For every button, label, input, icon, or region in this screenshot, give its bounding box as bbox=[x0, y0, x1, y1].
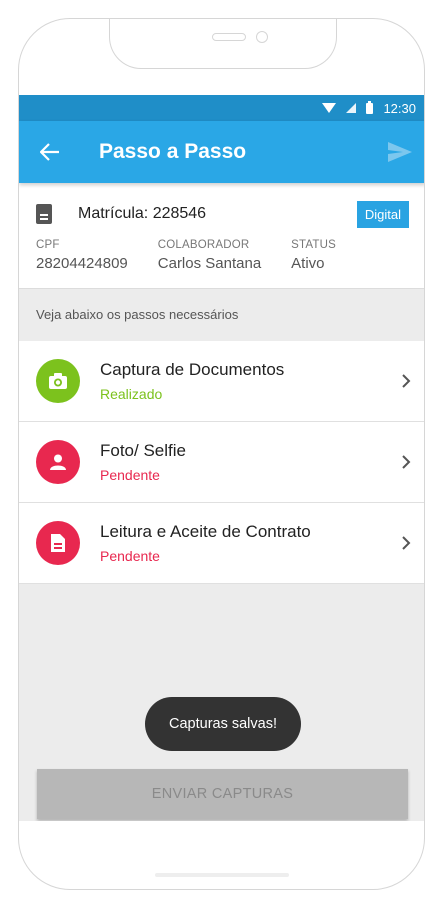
field-label: CPF bbox=[36, 239, 60, 251]
app-bar: Passo a Passo bbox=[19, 121, 424, 183]
toast-message: Capturas salvas! bbox=[145, 697, 301, 751]
matricula-label: Matrícula: 228546 bbox=[78, 205, 207, 222]
person-icon bbox=[36, 440, 80, 484]
signal-icon bbox=[346, 103, 357, 113]
step-status: Pendente bbox=[100, 548, 160, 564]
chevron-right-icon bbox=[386, 454, 424, 470]
chevron-right-icon bbox=[386, 373, 424, 389]
field-value: Carlos Santana bbox=[157, 255, 262, 272]
send-icon bbox=[388, 142, 412, 162]
home-indicator bbox=[155, 873, 289, 877]
phone-frame: 12:30 Passo a Passo Matrícula: 228546 Di… bbox=[18, 18, 425, 890]
status-field: STATUS Ativo bbox=[291, 239, 336, 272]
colaborador-field: COLABORADOR Carlos Santana bbox=[158, 239, 261, 272]
employee-info-card: Matrícula: 228546 Digital CPF 2820442480… bbox=[19, 183, 424, 289]
battery-icon bbox=[366, 100, 374, 114]
send-button[interactable] bbox=[374, 121, 424, 183]
speaker-icon bbox=[212, 33, 246, 41]
wifi-icon bbox=[322, 103, 337, 113]
field-value: 28204424809 bbox=[36, 255, 128, 272]
steps-hint: Veja abaixo os passos necessários bbox=[36, 307, 239, 322]
document-icon bbox=[36, 204, 52, 224]
front-camera-icon bbox=[256, 31, 268, 43]
submit-captures-button[interactable]: ENVIAR CAPTURAS bbox=[37, 769, 408, 819]
app-screen: 12:30 Passo a Passo Matrícula: 228546 Di… bbox=[19, 95, 424, 821]
step-item-documents[interactable]: Captura de Documentos Realizado bbox=[19, 341, 424, 422]
step-item-selfie[interactable]: Foto/ Selfie Pendente bbox=[19, 422, 424, 503]
camera-icon bbox=[36, 359, 80, 403]
status-bar: 12:30 bbox=[19, 95, 424, 121]
cpf-field: CPF 28204424809 bbox=[36, 239, 128, 272]
step-title: Leitura e Aceite de Contrato bbox=[100, 522, 311, 541]
step-status: Realizado bbox=[100, 386, 163, 402]
steps-list: Captura de Documentos Realizado Foto/ Se… bbox=[19, 341, 424, 584]
phone-notch bbox=[109, 19, 337, 69]
step-item-contract[interactable]: Leitura e Aceite de Contrato Pendente bbox=[19, 503, 424, 584]
field-label: COLABORADOR bbox=[157, 239, 250, 251]
status-time: 12:30 bbox=[383, 100, 416, 116]
step-title: Foto/ Selfie bbox=[100, 441, 186, 460]
chevron-right-icon bbox=[386, 535, 424, 551]
arrow-left-icon bbox=[40, 143, 59, 161]
document-icon bbox=[36, 521, 80, 565]
field-value: Ativo bbox=[291, 255, 325, 272]
back-button[interactable] bbox=[19, 121, 81, 183]
field-label: STATUS bbox=[291, 239, 337, 251]
page-title: Passo a Passo bbox=[99, 140, 247, 163]
digital-badge: Digital bbox=[356, 200, 409, 228]
step-status: Pendente bbox=[100, 467, 160, 483]
step-title: Captura de Documentos bbox=[100, 360, 285, 379]
